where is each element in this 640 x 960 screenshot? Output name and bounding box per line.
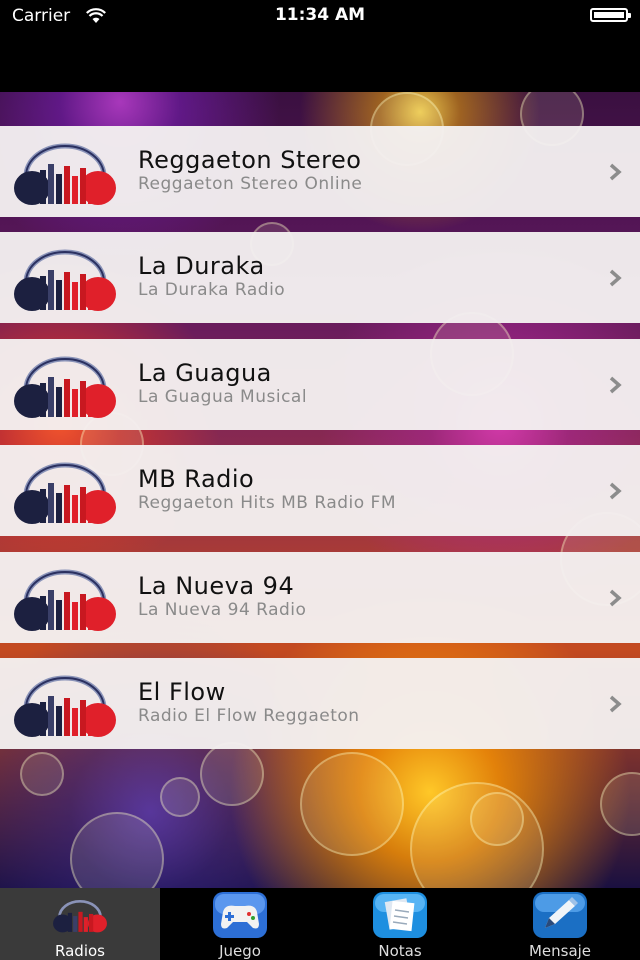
tab-juego[interactable]: Juego [160, 888, 320, 960]
chevron-right-icon [609, 695, 622, 713]
headphones-logo-icon [14, 143, 116, 205]
station-row-mb-radio[interactable]: MB Radio Reggaeton Hits MB Radio FM [0, 445, 640, 536]
station-row-el-flow[interactable]: El Flow Radio El Flow Reggaeton [0, 658, 640, 749]
headphones-logo-icon [14, 462, 116, 524]
station-title: Reggaeton Stereo [138, 146, 362, 174]
tab-notas[interactable]: Notas [320, 888, 480, 960]
station-row-la-guagua[interactable]: La Guagua La Guagua Musical [0, 339, 640, 430]
navigation-bar [0, 32, 640, 92]
headphones-logo-icon [14, 675, 116, 737]
station-row-la-nueva-94[interactable]: La Nueva 94 La Nueva 94 Radio [0, 552, 640, 643]
station-subtitle: La Duraka Radio [138, 280, 286, 300]
station-subtitle: Reggaeton Hits MB Radio FM [138, 493, 396, 513]
station-row-la-duraka[interactable]: La Duraka La Duraka Radio [0, 232, 640, 323]
chevron-right-icon [609, 376, 622, 394]
headphones-logo-icon [14, 356, 116, 418]
chevron-right-icon [609, 269, 622, 287]
station-subtitle: Radio El Flow Reggaeton [138, 706, 360, 726]
station-title: La Duraka [138, 252, 265, 280]
gamepad-icon [213, 892, 267, 938]
station-subtitle: La Guagua Musical [138, 387, 308, 407]
station-subtitle: Reggaeton Stereo Online [138, 174, 363, 194]
station-subtitle: La Nueva 94 Radio [138, 600, 307, 620]
pen-message-icon [533, 892, 587, 938]
station-title: El Flow [138, 678, 226, 706]
station-title: MB Radio [138, 465, 255, 493]
status-time: 11:34 AM [274, 5, 366, 25]
tab-label: Mensaje [528, 942, 592, 960]
station-title: La Guagua [138, 359, 272, 387]
tab-label: Radios [55, 942, 105, 960]
station-row-reggaeton-stereo[interactable]: Reggaeton Stereo Reggaeton Stereo Online [0, 126, 640, 217]
headphones-logo-icon [53, 899, 107, 933]
tab-bar: Radios Juego Notas Mensaje [0, 888, 640, 960]
tab-mensaje[interactable]: Mensaje [480, 888, 640, 960]
headphones-logo-icon [14, 569, 116, 631]
chevron-right-icon [609, 482, 622, 500]
chevron-right-icon [609, 163, 622, 181]
status-bar: Carrier 11:34 AM [0, 0, 640, 32]
tab-radios[interactable]: Radios [0, 888, 160, 960]
headphones-logo-icon [14, 249, 116, 311]
tab-label: Notas [378, 942, 422, 960]
tab-label: Juego [219, 942, 261, 960]
chevron-right-icon [609, 589, 622, 607]
battery-icon [590, 8, 631, 22]
notes-icon [373, 892, 427, 938]
station-title: La Nueva 94 [138, 572, 295, 600]
